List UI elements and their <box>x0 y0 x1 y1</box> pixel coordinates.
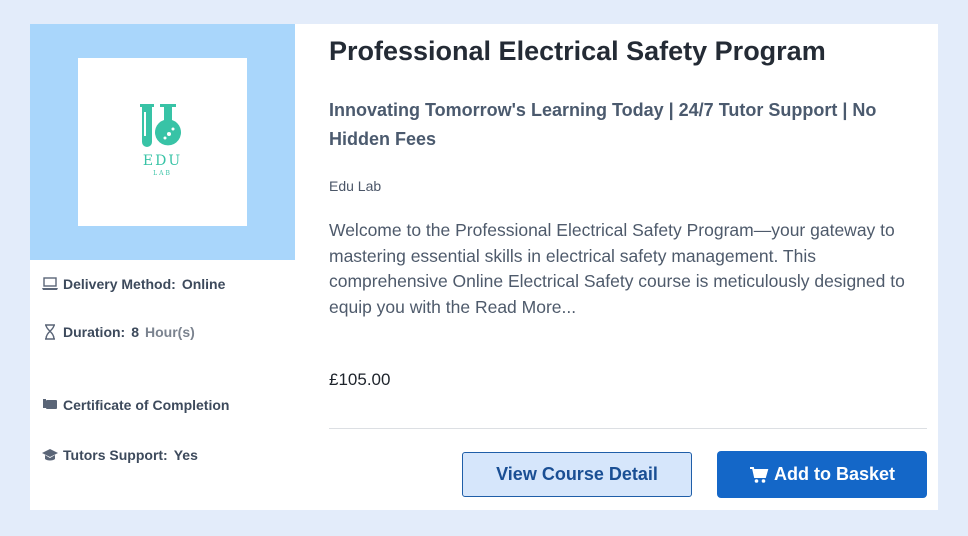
read-more-link[interactable]: Read More... <box>475 297 576 317</box>
course-details-column: Professional Electrical Safety Program I… <box>329 24 929 510</box>
tutors-support: Tutors Support: Yes <box>41 446 198 464</box>
course-description: Welcome to the Professional Electrical S… <box>329 218 927 320</box>
course-description-text: Welcome to the Professional Electrical S… <box>329 220 905 317</box>
course-title[interactable]: Professional Electrical Safety Program <box>329 36 826 67</box>
certificate-label: Certificate of Completion <box>63 397 230 413</box>
logo-wordmark: EDU <box>142 153 183 169</box>
course-card: EDU LAB Delivery Method: Online Duration… <box>30 24 938 510</box>
divider <box>329 428 927 429</box>
cart-icon <box>749 466 769 483</box>
delivery-method-label: Delivery Method: <box>63 276 176 292</box>
duration-label: Duration: <box>63 324 126 340</box>
graduation-cap-icon <box>42 449 58 461</box>
duration: Duration: 8 Hour(s) <box>41 323 195 341</box>
duration-unit: Hour(s) <box>145 324 195 340</box>
lab-flask-icon <box>140 104 181 147</box>
logo-sub-wordmark: LAB <box>153 170 172 177</box>
provider-logo: EDU LAB <box>78 58 247 226</box>
view-course-detail-button[interactable]: View Course Detail <box>462 452 692 497</box>
tutors-support-value: Yes <box>173 447 198 463</box>
delivery-method: Delivery Method: Online <box>41 275 225 293</box>
hourglass-icon <box>45 324 55 340</box>
tutors-support-label: Tutors Support: <box>63 447 168 463</box>
course-info-column: EDU LAB Delivery Method: Online Duration… <box>30 24 295 510</box>
course-price: £105.00 <box>329 370 391 389</box>
certificate-icon <box>43 399 57 409</box>
course-provider: Edu Lab <box>329 178 382 194</box>
delivery-method-value: Online <box>181 276 226 292</box>
view-course-detail-label: View Course Detail <box>496 464 658 484</box>
certificate: Certificate of Completion <box>41 396 229 414</box>
add-to-basket-label: Add to Basket <box>773 464 896 484</box>
laptop-icon <box>42 277 58 290</box>
course-thumbnail[interactable]: EDU LAB <box>30 24 295 260</box>
duration-value: 8 <box>131 324 140 340</box>
course-subtitle: Innovating Tomorrow's Learning Today | 2… <box>329 100 877 149</box>
add-to-basket-button[interactable]: Add to Basket <box>717 451 927 498</box>
